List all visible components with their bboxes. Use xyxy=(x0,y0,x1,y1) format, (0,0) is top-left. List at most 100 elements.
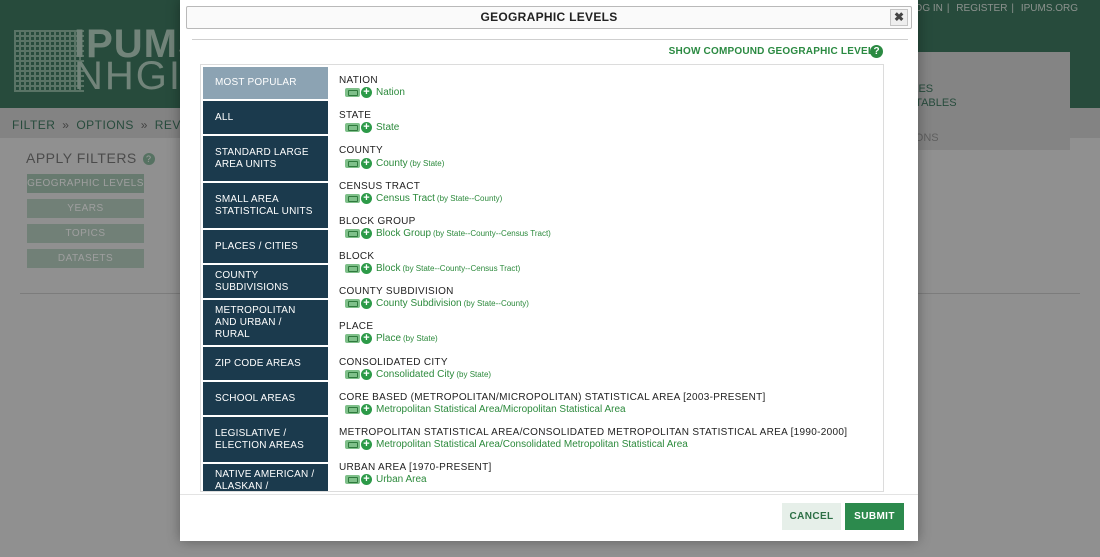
show-compound-levels-link[interactable]: SHOW COMPOUND GEOGRAPHIC LEVELS xyxy=(669,46,881,57)
geographic-level-options: + Place (by State) xyxy=(345,333,438,346)
gis-map-icon[interactable] xyxy=(345,369,360,379)
gis-map-icon[interactable] xyxy=(345,228,360,238)
geographic-level-options: + Census Tract (by State--County) xyxy=(345,192,503,206)
geographic-level-qualifier: (by State--County) xyxy=(463,299,529,309)
sidebar-category-item[interactable]: COUNTY SUBDIVISIONS xyxy=(203,265,328,300)
help-icon[interactable]: ? xyxy=(870,45,883,58)
levels-panel: MOST POPULAR ALL STANDARD LARGE AREA UNITS… xyxy=(200,64,884,492)
add-icon[interactable]: + xyxy=(361,474,372,486)
add-icon[interactable]: + xyxy=(361,192,372,204)
sidebar-category-item[interactable]: ZIP CODE AREAS xyxy=(203,347,328,382)
geographic-level-link[interactable]: Nation xyxy=(376,87,405,98)
add-icon[interactable]: + xyxy=(361,298,372,310)
geographic-level-link[interactable]: Consolidated City xyxy=(376,369,454,380)
sidebar-category-label: STANDARD LARGE AREA UNITS xyxy=(215,146,309,170)
add-icon[interactable]: + xyxy=(361,157,372,169)
submit-button[interactable]: SUBMIT xyxy=(845,503,904,530)
geographic-level-qualifier: (by State--County--Census Tract) xyxy=(402,264,521,274)
sidebar-category-item[interactable]: PLACES / CITIES xyxy=(203,230,328,265)
cancel-button[interactable]: CANCEL xyxy=(782,503,841,530)
sidebar-category-item[interactable]: METROPOLITAN AND URBAN / RURAL xyxy=(203,300,328,347)
geographic-level-item: CONSOLIDATED CITY + Consolidated City (by S… xyxy=(339,347,879,382)
gis-map-icon[interactable] xyxy=(345,123,360,133)
close-icon[interactable]: ✖ xyxy=(890,9,908,26)
geographic-level-item: COUNTY + County (by State) xyxy=(339,135,879,170)
geographic-level-options: + State xyxy=(345,122,399,135)
geographic-level-link[interactable]: County Subdivision xyxy=(376,298,462,309)
gis-map-icon[interactable] xyxy=(345,299,360,309)
sidebar-category-label: ZIP CODE AREAS xyxy=(215,357,301,369)
sidebar-category-label: SMALL AREA STATISTICAL UNITS xyxy=(215,193,313,217)
add-icon[interactable]: + xyxy=(361,368,372,380)
geographic-level-qualifier: (by State--County) xyxy=(436,193,503,203)
add-icon[interactable]: + xyxy=(361,263,372,275)
sidebar-category-item[interactable]: NATIVE AMERICAN / ALASKAN / HAWAIIAN xyxy=(203,464,328,492)
geographic-level-options: + Block (by State--County--Census Tract) xyxy=(345,263,520,276)
sidebar-category-item[interactable]: ALL xyxy=(203,101,328,136)
geographic-level-item: URBAN AREA [1970-PRESENT] + Urban Area xyxy=(339,452,879,487)
geographic-levels-list: NATION + Nation STATE + State COUNTY + County (by… xyxy=(339,65,879,487)
modal-titlebar: GEOGRAPHIC LEVELS ✖ xyxy=(186,6,912,29)
gis-map-icon[interactable] xyxy=(345,264,360,274)
gis-map-icon[interactable] xyxy=(345,440,360,449)
gis-map-icon[interactable] xyxy=(345,404,360,414)
gis-map-icon[interactable] xyxy=(345,193,360,203)
geographic-level-item: BLOCK GROUP + Block Group (by State--County… xyxy=(339,206,879,241)
add-icon[interactable]: + xyxy=(361,333,372,345)
geographic-level-link[interactable]: Census Tract xyxy=(376,193,435,204)
geographic-level-qualifier: (by State) xyxy=(456,369,492,379)
geographic-level-options: + Consolidated City (by State) xyxy=(345,368,492,382)
geographic-level-item: CORE BASED (METROPOLITAN/MICROPOLITAN) S… xyxy=(339,382,879,417)
geographic-level-options: + County Subdivision (by State--County) xyxy=(345,298,529,311)
geographic-level-item: COUNTY SUBDIVISION + County Subdivision (by… xyxy=(339,276,879,311)
gis-map-icon[interactable] xyxy=(345,475,360,485)
geographic-level-link[interactable]: Place xyxy=(376,333,401,344)
geographic-level-item: BLOCK + Block (by State--County--Census Tra… xyxy=(339,241,879,276)
geographic-level-heading: NATION xyxy=(339,75,378,86)
sidebar-category-item[interactable]: SMALL AREA STATISTICAL UNITS xyxy=(203,183,328,230)
sidebar-category-item[interactable]: LEGISLATIVE / ELECTION AREAS xyxy=(203,417,328,464)
geographic-level-options: + Block Group (by State--County--Census Tr… xyxy=(345,227,551,241)
sidebar-category-item[interactable]: MOST POPULAR xyxy=(203,67,328,101)
geographic-level-item: METROPOLITAN STATISTICAL AREA/CONSOLIDAT… xyxy=(339,417,879,452)
geographic-level-options: + Metropolitan Statistical Area/Micropoli… xyxy=(345,403,626,417)
geographic-level-heading: CONSOLIDATED CITY xyxy=(339,356,448,368)
geographic-level-options: + Nation xyxy=(345,87,405,100)
geographic-level-heading: STATE xyxy=(339,110,372,122)
geographic-level-link[interactable]: Metropolitan Statistical Area/Micropolit… xyxy=(376,404,626,415)
sidebar-category-label: NATIVE AMERICAN / ALASKAN / HAWAIIAN xyxy=(215,468,315,492)
sidebar-category-label: LEGISLATIVE / ELECTION AREAS xyxy=(215,427,304,451)
add-icon[interactable]: + xyxy=(361,403,372,415)
gis-map-icon[interactable] xyxy=(345,88,360,98)
geographic-level-qualifier: (by State--County--Census Tract) xyxy=(433,228,551,238)
sidebar-category-label: PLACES / CITIES xyxy=(215,240,299,252)
geographic-level-heading: CORE BASED (METROPOLITAN/MICROPOLITAN) S… xyxy=(339,391,766,403)
geographic-level-item: NATION + Nation xyxy=(339,65,879,100)
gis-map-icon[interactable] xyxy=(345,158,360,168)
modal-title: GEOGRAPHIC LEVELS xyxy=(480,10,618,24)
geographic-level-heading: COUNTY xyxy=(339,145,384,157)
geographic-level-options: + County (by State) xyxy=(345,157,444,170)
add-icon[interactable]: + xyxy=(361,87,372,99)
geographic-level-options: + Metropolitan Statistical Area/Consolida… xyxy=(345,439,688,452)
geographic-level-options: + Urban Area xyxy=(345,474,427,487)
sidebar-category-label: COUNTY SUBDIVISIONS xyxy=(215,269,289,293)
sidebar-category-item[interactable]: SCHOOL AREAS xyxy=(203,382,328,417)
sidebar-category-label: MOST POPULAR xyxy=(215,77,297,88)
geographic-level-link[interactable]: State xyxy=(376,122,399,133)
geographic-level-link[interactable]: County xyxy=(376,158,408,169)
sidebar-category-label: ALL xyxy=(215,111,234,123)
geographic-level-heading: CENSUS TRACT xyxy=(339,180,421,192)
add-icon[interactable]: + xyxy=(361,439,372,450)
add-icon[interactable]: + xyxy=(361,122,372,134)
geographic-level-link[interactable]: Metropolitan Statistical Area/Consolidat… xyxy=(376,439,688,450)
geographic-level-heading: METROPOLITAN STATISTICAL AREA/CONSOLIDAT… xyxy=(339,426,848,438)
geographic-level-link[interactable]: Block xyxy=(376,263,400,274)
geographic-level-heading: PLACE xyxy=(339,321,374,333)
sidebar-category-item[interactable]: STANDARD LARGE AREA UNITS xyxy=(203,136,328,183)
geographic-level-item: PLACE + Place (by State) xyxy=(339,311,879,346)
gis-map-icon[interactable] xyxy=(345,334,360,344)
geographic-level-link[interactable]: Block Group xyxy=(376,228,431,239)
add-icon[interactable]: + xyxy=(361,227,372,239)
geographic-level-link[interactable]: Urban Area xyxy=(376,474,427,485)
